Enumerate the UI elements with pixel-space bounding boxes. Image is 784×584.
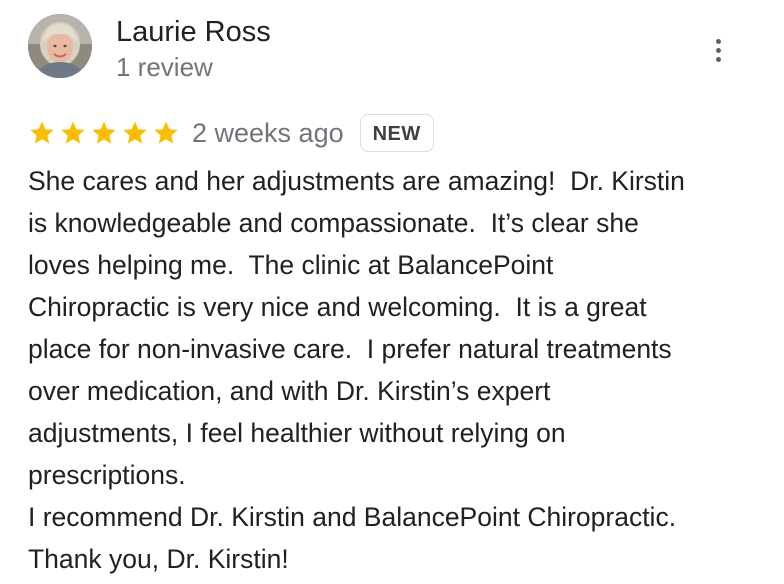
star-rating <box>28 119 180 147</box>
review-text-line: place for non-invasive care. I prefer na… <box>28 334 672 364</box>
review-text-line: Chiropractic is very nice and welcoming.… <box>28 292 647 322</box>
star-icon <box>154 121 178 144</box>
reviewer-review-count[interactable]: 1 review <box>116 50 213 84</box>
review-text-line: is knowledgeable and compassionate. It’s… <box>28 208 639 238</box>
review-text-line: over medication, and with Dr. Kirstin’s … <box>28 376 551 406</box>
more-options-button[interactable] <box>700 30 736 70</box>
more-vert-icon-dot <box>715 56 721 62</box>
review-text-line: adjustments, I feel healthier without re… <box>28 418 566 448</box>
new-badge: NEW <box>359 114 434 152</box>
review-text: She cares and her adjustments are amazin… <box>28 160 748 580</box>
more-vert-icon <box>715 38 721 44</box>
person-photo-icon <box>28 14 92 78</box>
review-date: 2 weeks ago <box>192 117 344 148</box>
reviewer-avatar[interactable] <box>28 14 92 78</box>
review-text-line: Thank you, Dr. Kirstin! <box>28 544 289 574</box>
review-text-line: I recommend Dr. Kirstin and BalancePoint… <box>28 502 677 532</box>
review-text-line: loves helping me. The clinic at BalanceP… <box>28 250 554 280</box>
review-text-line: prescriptions. <box>28 460 186 490</box>
more-vert-icon-dot <box>715 47 721 53</box>
star-icon <box>30 121 54 144</box>
review-text-line: She cares and her adjustments are amazin… <box>28 166 685 196</box>
star-icon <box>123 121 147 144</box>
review-card: Laurie Ross 1 review 2 weeks ago NEW She… <box>0 0 784 584</box>
star-icon <box>92 121 116 144</box>
reviewer-name[interactable]: Laurie Ross <box>116 14 271 50</box>
review-meta: 2 weeks ago NEW <box>28 112 434 154</box>
star-icon <box>61 121 85 144</box>
